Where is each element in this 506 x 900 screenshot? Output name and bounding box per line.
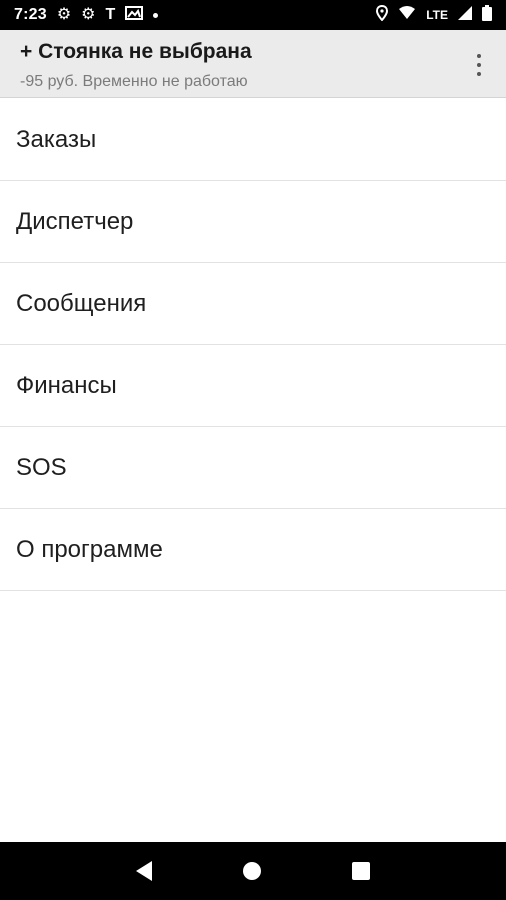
- menu-item-dispatcher[interactable]: Диспетчер: [0, 181, 506, 263]
- signal-icon: [458, 5, 472, 25]
- back-icon[interactable]: [135, 861, 152, 881]
- status-bar: 7:23 ⚙ ⚙ T LTE: [0, 0, 506, 30]
- menu-item-finances[interactable]: Финансы: [0, 345, 506, 427]
- navigation-bar: [0, 842, 506, 900]
- battery-icon: [482, 4, 492, 26]
- menu-item-sos[interactable]: SOS: [0, 427, 506, 509]
- dot-icon: [153, 12, 159, 18]
- location-icon: [376, 4, 389, 26]
- menu-item-about[interactable]: О программе: [0, 509, 506, 591]
- gear-icon: ⚙: [81, 6, 96, 23]
- menu-item-orders[interactable]: Заказы: [0, 99, 506, 181]
- status-left: 7:23 ⚙ ⚙ T: [14, 5, 159, 25]
- wifi-icon: [398, 5, 416, 25]
- image-icon: [125, 5, 144, 25]
- status-time: 7:23: [14, 6, 47, 23]
- gear-icon: ⚙: [56, 6, 72, 23]
- menu-list: Заказы Диспетчер Сообщения Финансы SOS О…: [0, 99, 506, 591]
- app-screen: 7:23 ⚙ ⚙ T LTE + Стоянка не выбрана -95 …: [0, 0, 506, 900]
- menu-item-label: Заказы: [16, 125, 97, 153]
- menu-item-label: Сообщения: [16, 289, 147, 317]
- status-right: LTE: [376, 4, 492, 26]
- app-header: + Стоянка не выбрана -95 руб. Временно н…: [0, 30, 506, 98]
- header-title[interactable]: + Стоянка не выбрана: [20, 40, 252, 64]
- t-icon: T: [105, 6, 116, 23]
- menu-item-label: О программе: [16, 535, 163, 563]
- menu-item-label: Финансы: [16, 371, 117, 399]
- menu-item-label: Диспетчер: [16, 207, 134, 235]
- menu-item-messages[interactable]: Сообщения: [0, 263, 506, 345]
- home-icon[interactable]: [242, 862, 261, 880]
- header-subtitle: -95 руб. Временно не работаю: [20, 73, 248, 90]
- lte-icon: LTE: [426, 8, 448, 22]
- menu-item-label: SOS: [16, 453, 67, 481]
- recents-icon[interactable]: [352, 862, 371, 880]
- overflow-menu-icon[interactable]: [470, 51, 488, 79]
